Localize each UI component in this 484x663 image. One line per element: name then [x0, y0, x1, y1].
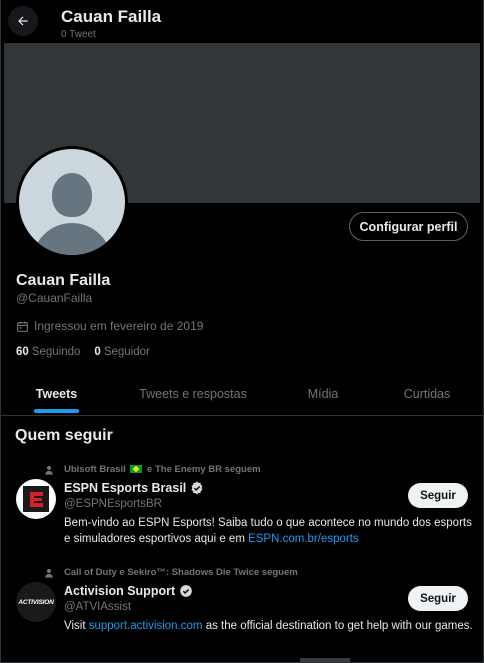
active-tab-indicator	[34, 409, 79, 413]
arrow-left-icon	[18, 16, 28, 26]
social-context-text-2: e The Enemy BR seguem	[147, 464, 261, 475]
calendar-icon	[17, 321, 28, 332]
back-button[interactable]	[8, 6, 38, 36]
verified-icon	[191, 481, 203, 495]
following-count: 60	[16, 346, 29, 358]
bio-link[interactable]: support.activision.com	[89, 620, 203, 632]
tab-likes[interactable]: Curtidas	[373, 372, 481, 415]
follow-counts: 60 Seguindo 0 Seguidor	[16, 346, 150, 358]
espn-avatar[interactable]	[16, 479, 56, 519]
account-name[interactable]: ESPN Esports Brasil	[64, 481, 204, 495]
profile-avatar[interactable]	[16, 146, 128, 258]
account-handle: @ESPNEsportsBR	[64, 498, 162, 510]
activision-logo-icon: ACTIVISION	[18, 598, 54, 606]
account-bio-text: Visit	[64, 620, 89, 632]
joined-label: Ingressou em fevereiro de 2019	[34, 319, 204, 333]
following-label: Seguindo	[31, 346, 81, 358]
account-bio: Bem-vindo ao ESPN Esports! Saiba tudo o …	[64, 515, 474, 547]
followers-count: 0	[94, 346, 101, 358]
default-avatar-icon	[19, 149, 125, 255]
tab-media[interactable]: Mídia	[273, 372, 373, 415]
account-bio-text-after: as the official destination to get help …	[202, 620, 473, 632]
account-bio: Visit support.activision.com as the offi…	[64, 618, 474, 634]
social-context: Call of Duty e Sekiro™: Shadows Die Twic…	[44, 567, 298, 578]
account-handle: @ATVIAssist	[64, 601, 132, 613]
account-name-label: ESPN Esports Brasil	[64, 481, 187, 495]
verified-icon	[180, 585, 192, 597]
social-context-text: Call of Duty e Sekiro™: Shadows Die Twic…	[64, 567, 298, 578]
account-name[interactable]: Activision Support	[64, 584, 193, 598]
tab-tweets-replies[interactable]: Tweets e respostas	[113, 372, 273, 415]
joined-date: Ingressou em fevereiro de 2019	[16, 319, 203, 333]
followers-link[interactable]: 0 Seguidor	[94, 346, 149, 358]
who-to-follow-title: Quem seguir	[15, 427, 113, 444]
person-icon	[45, 465, 53, 475]
activision-avatar[interactable]: ACTIVISION	[16, 582, 56, 622]
following-link[interactable]: 60 Seguindo	[16, 346, 80, 358]
edit-profile-button[interactable]: Configurar perfil	[349, 212, 468, 241]
social-context: Ubisoft Brasil e The Enemy BR seguem	[44, 464, 261, 475]
followers-label: Seguidor	[103, 346, 150, 358]
profile-header: Cauan Failla 0 Tweet	[0, 0, 484, 43]
profile-handle: @CauanFailla	[16, 291, 93, 305]
bio-link[interactable]: ESPN.com.br/esports	[248, 533, 359, 545]
profile-name: Cauan Failla	[16, 272, 111, 289]
social-context-text: Ubisoft Brasil	[64, 464, 126, 475]
brazil-flag-icon	[130, 465, 143, 474]
person-icon	[45, 568, 53, 578]
tweet-count: 0 Tweet	[61, 29, 96, 40]
espn-logo-icon	[23, 486, 49, 512]
account-name-label: Activision Support	[64, 584, 176, 598]
follow-button[interactable]: Seguir	[408, 483, 468, 508]
follow-button[interactable]: Seguir	[408, 586, 468, 611]
header-title: Cauan Failla	[61, 7, 162, 26]
horizontal-scrollbar[interactable]	[300, 658, 350, 663]
